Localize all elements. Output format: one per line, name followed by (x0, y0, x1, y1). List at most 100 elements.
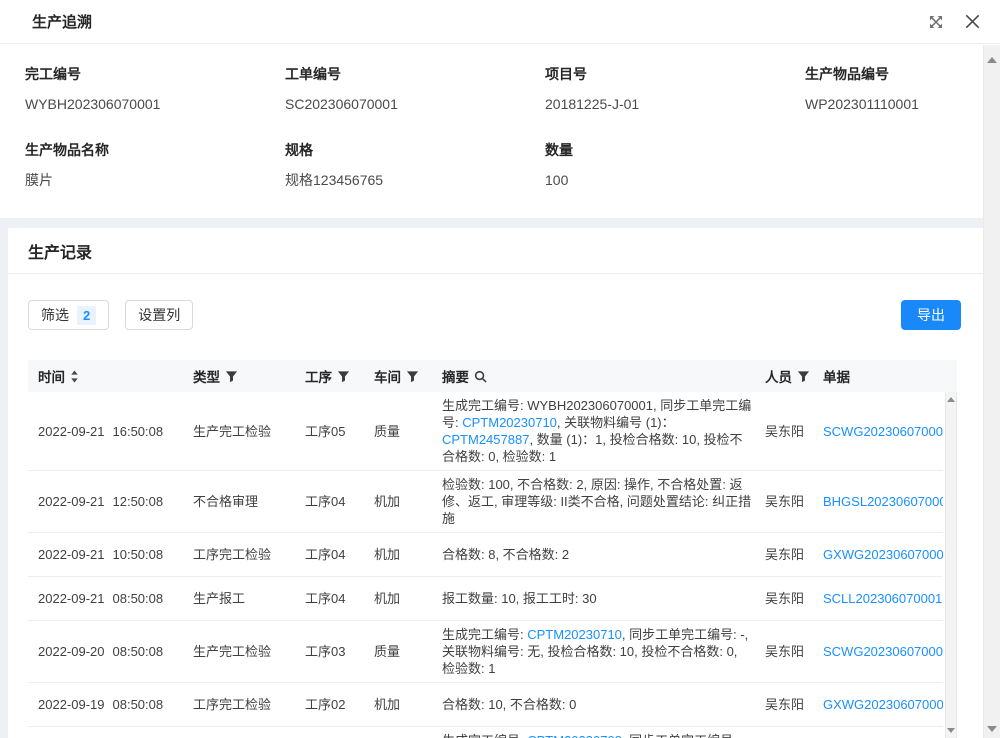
column-header: 类型 (193, 366, 305, 386)
filter-count-badge: 2 (77, 306, 96, 325)
row-document-link[interactable]: GXWG202306070001 (823, 546, 943, 563)
table-row: 2022-09-1908:50:08工序完工检验工序02机加合格数: 10, 不… (28, 683, 943, 727)
row-document-link[interactable]: BHGSL202306070001 (823, 493, 943, 510)
column-header-label: 车间 (374, 366, 401, 386)
dialog-body: 完工编号WYBH202306070001 工单编号 SC202306070001 项目… (0, 44, 983, 738)
info-field: 规格规格123456765 (260, 142, 520, 188)
dialog-scroll-up-icon[interactable] (987, 57, 997, 63)
column-header-label: 人员 (765, 366, 792, 386)
row-time-cell: 2022-09-2112:50:08 (28, 493, 193, 510)
summary-text: 生成完工编号: (442, 627, 527, 642)
filter-icon[interactable] (337, 370, 350, 383)
scroll-up-icon[interactable] (947, 397, 955, 402)
row-type-cell: 生产报工 (193, 590, 305, 607)
row-type-cell: 工序完工检验 (193, 546, 305, 563)
row-person-cell: 吴东阳 (765, 590, 823, 607)
export-button[interactable]: 导出 (901, 300, 961, 330)
info-field-value: WP202301110001 (805, 96, 983, 112)
row-summary-cell: 生成完工编号: WYBH202306070001, 同步工单完工编号: CPTM… (442, 397, 765, 465)
sort-icon[interactable] (70, 370, 79, 383)
summary-text: 生成完工编号: (442, 733, 527, 738)
row-time-cell: 2022-09-2110:50:08 (28, 546, 193, 563)
row-document-link[interactable]: SCWG202306070001 (823, 423, 943, 440)
row-type-cell: 不合格审理 (193, 493, 305, 510)
row-date: 2022-09-21 (38, 591, 105, 606)
row-workshop-cell: 机加 (374, 546, 442, 563)
row-workshop-cell: 质量 (374, 423, 442, 440)
row-process-cell: 工序04 (305, 493, 374, 510)
info-field-label: 生产物品编号 (805, 66, 983, 82)
row-document-link[interactable]: SCWG202306070001 (823, 643, 943, 660)
row-document-link[interactable]: SCLL202306070001 (823, 590, 943, 607)
filter-icon[interactable] (406, 370, 419, 383)
summary-text: 合格数: 10, 不合格数: 0 (442, 697, 576, 712)
info-field-value: SC202306070001 (285, 96, 520, 112)
column-header: 人员 (765, 366, 823, 386)
row-clock: 10:50:08 (113, 547, 164, 562)
summary-text: 检验数: 100, 不合格数: 2, 原因: 操作, 不合格处置: 返修、返工,… (442, 477, 751, 526)
row-time-cell: 2022-09-2008:50:08 (28, 643, 193, 660)
search-icon[interactable] (474, 370, 487, 383)
records-table: 时间类型工序车间摘要人员单据 2022-09-2116:50:08生产完工检验工… (28, 360, 957, 738)
fullscreen-icon[interactable] (918, 4, 954, 40)
table-row: 2022-09-2110:50:08工序完工检验工序04机加合格数: 8, 不合… (28, 533, 943, 577)
info-field-label: 数量 (545, 142, 780, 158)
info-field-label: 项目号 (545, 66, 780, 82)
column-header-label: 单据 (823, 366, 850, 386)
row-process-cell: 工序02 (305, 696, 374, 713)
row-document-link[interactable]: GXWG202306070001 (823, 696, 943, 713)
column-header: 工序 (305, 366, 374, 386)
row-clock: 08:50:08 (113, 591, 164, 606)
row-time-cell: 2022-09-1908:50:08 (28, 696, 193, 713)
row-type-cell: 生产完工检验 (193, 423, 305, 440)
row-summary-cell: 检验数: 100, 不合格数: 2, 原因: 操作, 不合格处置: 返修、返工,… (442, 476, 765, 527)
info-field: 生产物品名称膜片 (0, 142, 260, 188)
row-person-cell: 吴东阳 (765, 493, 823, 510)
row-process-cell: 工序04 (305, 590, 374, 607)
row-summary-cell: 生成完工编号: CPTM20230708, 同步工单完工编号: -, 关联物料编… (442, 732, 765, 738)
summary-link[interactable]: CPTM20230708 (527, 733, 622, 738)
row-workshop-cell: 质量 (374, 643, 442, 660)
column-header-label: 时间 (38, 366, 65, 386)
summary-link[interactable]: CPTM20230710 (527, 627, 622, 642)
filter-icon[interactable] (225, 370, 238, 383)
info-field-value: 规格123456765 (285, 172, 520, 188)
records-section-title: 生产记录 (28, 239, 92, 263)
close-icon[interactable] (954, 4, 990, 40)
row-process-cell: 工序04 (305, 546, 374, 563)
info-field-label: 规格 (285, 142, 520, 158)
dialog-scrollbar[interactable] (983, 45, 1000, 738)
row-date: 2022-09-21 (38, 424, 105, 439)
row-type-cell: 工序完工检验 (193, 696, 305, 713)
filter-icon[interactable] (797, 370, 810, 383)
row-process-cell: 工序05 (305, 423, 374, 440)
summary-link[interactable]: CPTM2457887 (442, 432, 529, 447)
info-field-label: 完工编号 (25, 66, 260, 82)
row-time-cell: 2022-09-21 08:50:08 (28, 590, 193, 607)
row-workshop-cell: 机加 (374, 590, 442, 607)
info-field: 完工编号WYBH202306070001 (0, 66, 260, 112)
filter-button[interactable]: 筛选 2 (28, 300, 109, 330)
row-clock: 16:50:08 (113, 424, 164, 439)
row-type-cell: 生产完工检验 (193, 643, 305, 660)
scroll-down-icon[interactable] (947, 728, 955, 733)
info-field: 生产物品编号 WP202301110001 (780, 66, 983, 112)
table-scrollbar[interactable] (945, 392, 957, 738)
row-person-cell: 吴东阳 (765, 546, 823, 563)
row-workshop-cell: 机加 (374, 493, 442, 510)
column-header: 摘要 (442, 366, 765, 386)
info-field-value: 100 (545, 172, 780, 188)
row-person-cell: 吴东阳 (765, 643, 823, 660)
row-summary-cell: 生成完工编号: CPTM20230710, 同步工单完工编号: -, 关联物料编… (442, 626, 765, 677)
column-header: 车间 (374, 366, 442, 386)
summary-link[interactable]: CPTM20230710 (462, 415, 557, 430)
info-field-label: 工单编号 (285, 66, 520, 82)
row-clock: 08:50:08 (113, 697, 164, 712)
column-header: 时间 (28, 366, 193, 386)
dialog-scroll-down-icon[interactable] (987, 726, 997, 732)
info-field: 数量 100 (520, 142, 780, 188)
row-date: 2022-09-21 (38, 494, 105, 509)
table-row: 2022-09-2108:50:08生产报工工序04机加报工数量: 10, 报工… (28, 577, 943, 621)
table-row: 2022-09-2008:50:08生产完工检验工序03质量生成完工编号: CP… (28, 621, 943, 683)
column-settings-button[interactable]: 设置列 (125, 300, 193, 330)
